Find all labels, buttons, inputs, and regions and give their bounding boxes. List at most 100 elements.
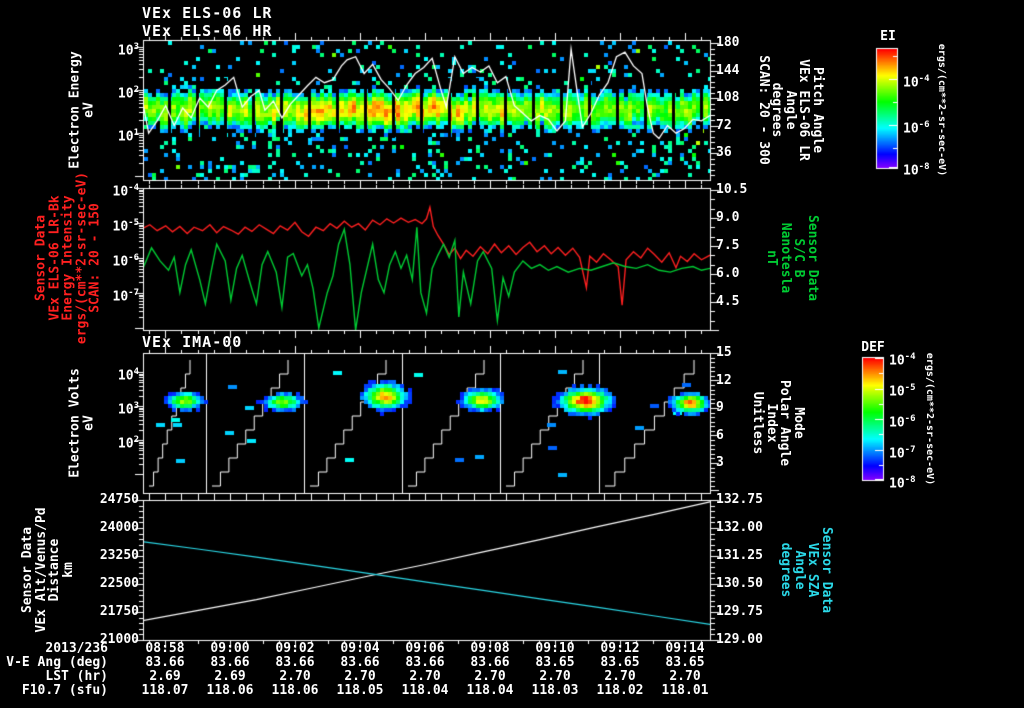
time-label: 09:12 <box>600 641 640 656</box>
table-value: 2.70 <box>474 669 506 684</box>
p2-right-tick-label: 7.5 <box>716 238 740 253</box>
axis-title-line: VEx Alt/Venus/Pd <box>33 507 49 633</box>
p2-left-axis-title: Sensor Data VEx ELS-06 LR-Bk Energy Intens… <box>33 172 102 344</box>
table-row-label: LST (hr) <box>45 669 108 684</box>
table-value: 83.66 <box>470 655 510 670</box>
axis-title-line: Sensor Data <box>20 526 35 614</box>
p1-right-axis-title: Pitch Angle VEx ELS-06 LR Angle degrees SCAN… <box>756 55 825 165</box>
axis-title-line: Sensor Data <box>33 214 49 302</box>
table-value: 2.69 <box>149 669 181 684</box>
p2-right-tick-label: 6.0 <box>716 266 740 281</box>
axis-title-line: Sensor Data <box>805 214 820 302</box>
axis-title-line: Sensor Data <box>819 526 834 614</box>
p4-right-tick-label: 132.75 <box>716 492 763 507</box>
axis-title-line: Energy Intensity <box>60 195 76 321</box>
colorbar2-title: DEF <box>861 340 885 355</box>
time-label: 09:10 <box>535 641 575 656</box>
time-label: 08:58 <box>145 641 185 656</box>
table-value: 83.66 <box>210 655 250 670</box>
axis-title-line: VEx ELS-06 LR-Bk <box>46 195 62 321</box>
table-value: 118.07 <box>141 683 189 698</box>
table-value: 83.65 <box>535 655 575 670</box>
table-value: 118.01 <box>661 683 709 698</box>
axis-title-line: km <box>60 562 76 578</box>
table-value: 83.66 <box>405 655 445 670</box>
p1-left-axis-title: Electron Energy eV <box>68 51 97 168</box>
p1-right-tick-label: 72 <box>716 117 732 133</box>
time-label: 09:04 <box>340 641 380 656</box>
table-value: 118.04 <box>466 683 514 698</box>
panel1-title-line1: VEx ELS-06 LR <box>142 4 273 22</box>
axis-title-line: Unitless <box>750 391 766 455</box>
p4-left-tick-label: 21000 <box>99 632 139 647</box>
time-label: 09:00 <box>210 641 250 656</box>
colorbar1-tick-label: 10-8 <box>903 162 930 179</box>
table-value: 2.70 <box>669 669 701 684</box>
time-label: 09:14 <box>665 641 705 656</box>
table-value: 118.05 <box>336 683 384 698</box>
p3-left-axis-title: Electron Volts eV <box>68 368 97 478</box>
p4-left-tick-label: 24750 <box>99 492 139 507</box>
p4-left-tick-label: 24000 <box>99 520 139 535</box>
table-value: 2.70 <box>409 669 441 684</box>
p1-right-tick-label: 180 <box>716 35 740 50</box>
table-value: 2.70 <box>279 669 311 684</box>
vex-summary-plot: VEx ELS-06 LR VEx ELS-06 HR VEx IMA-00 E… <box>0 0 1024 708</box>
p4-left-tick-label: 23250 <box>99 548 139 563</box>
table-value: 83.66 <box>275 655 315 670</box>
panel3-title: VEx IMA-00 <box>142 333 243 351</box>
colorbar1-title: EI <box>880 29 896 44</box>
axis-title-line: Distance <box>47 538 62 602</box>
p2-left-tick-label: 10-4 <box>112 183 140 200</box>
p4-right-axis-title: Sensor Data VEx SZA Angle degrees <box>778 526 835 614</box>
p3-right-tick-label: 3 <box>716 455 724 470</box>
p3-left-tick-label: 104 <box>117 367 139 384</box>
p3-right-tick-label: 12 <box>716 372 732 388</box>
p1-right-tick-label: 36 <box>716 145 732 160</box>
table-value: 118.04 <box>401 683 449 698</box>
table-value: 118.03 <box>531 683 579 698</box>
axis-title-line: Index <box>764 403 779 443</box>
time-label: 09:02 <box>275 641 315 656</box>
p1-left-tick-label: 102 <box>117 85 139 102</box>
table-value: 118.06 <box>271 683 319 698</box>
p2-right-axis-title: Sensor Data S/C B Nanotesla nT <box>764 214 821 302</box>
p4-right-tick-label: 132.00 <box>716 520 763 535</box>
axis-title-line: degrees <box>778 542 794 598</box>
axis-title-line: eV <box>81 102 96 118</box>
p4-right-tick-label: 129.75 <box>716 604 763 619</box>
panel1-title-line2: VEx ELS-06 HR <box>142 22 273 40</box>
p4-right-tick-label: 129.00 <box>716 632 763 647</box>
p4-left-axis-title: Sensor Data VEx Alt/Venus/Pd Distance km <box>20 507 76 633</box>
colorbar2-tick-label: 10-6 <box>889 414 916 431</box>
p3-left-tick-label: 102 <box>117 435 139 452</box>
colorbar2-tick-label: 10-4 <box>889 352 916 369</box>
axis-title-line: degrees <box>769 82 785 138</box>
colorbar1-units: ergs/(cm**2-sr-sec-eV) <box>935 43 947 177</box>
p2-right-tick-label: 10.5 <box>716 182 748 197</box>
colorbar1-tick-label: 10-4 <box>903 74 930 91</box>
p3-left-tick-label: 103 <box>117 401 139 418</box>
p3-right-tick-label: 15 <box>716 345 732 360</box>
colorbar2-tick-label: 10-7 <box>889 445 916 462</box>
p3-right-tick-label: 9 <box>716 400 724 415</box>
axis-title-line: Angle <box>792 550 807 590</box>
table-value: 83.65 <box>600 655 640 670</box>
axis-title-line: Mode <box>791 407 806 439</box>
p4-right-tick-label: 130.50 <box>716 576 763 591</box>
colorbar1-tick-label: 10-6 <box>903 120 930 137</box>
table-value: 83.65 <box>665 655 705 670</box>
table-row-label: F10.7 (sfu) <box>21 683 108 698</box>
p3-right-axis-title: Mode Polar Angle Index Unitless <box>750 379 807 467</box>
table-value: 118.02 <box>596 683 644 698</box>
p4-left-tick-label: 21750 <box>99 604 139 619</box>
p1-left-tick-label: 101 <box>117 128 139 145</box>
axis-title-line: Polar Angle <box>777 379 793 467</box>
table-value: 2.70 <box>344 669 376 684</box>
table-row-label: V-E Ang (deg) <box>6 655 108 670</box>
p1-right-tick-label: 108 <box>716 90 740 105</box>
axis-title-line: nT <box>764 250 780 266</box>
time-label: 09:06 <box>405 641 445 656</box>
p3-right-tick-label: 6 <box>716 427 724 443</box>
axis-title-line: VEx SZA <box>805 542 821 598</box>
